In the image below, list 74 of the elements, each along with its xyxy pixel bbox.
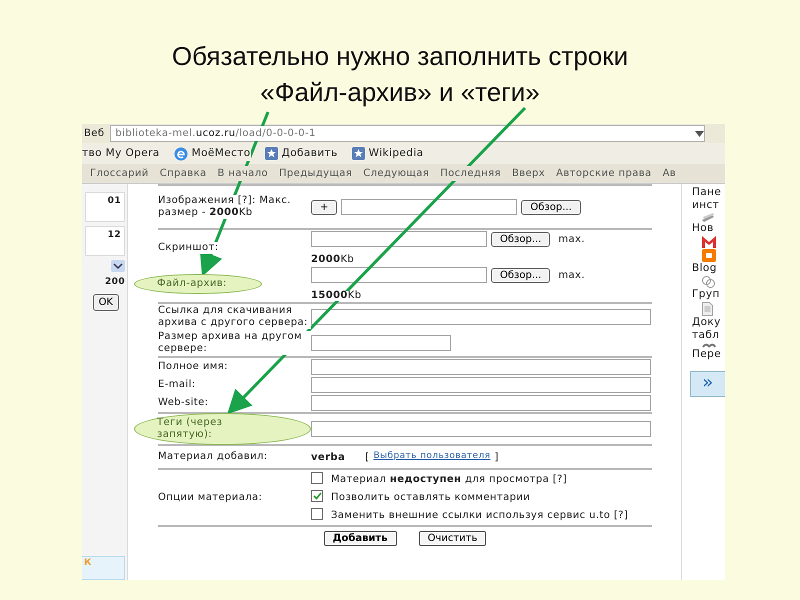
globe-icon xyxy=(174,146,188,160)
field-label: Скриншот: xyxy=(158,242,218,254)
search-engine-label: Веб xyxy=(84,127,104,141)
text-input[interactable] xyxy=(311,359,651,375)
toolbar-link[interactable]: В начало xyxy=(218,166,268,181)
option-label: Позволить оставлять комментарии xyxy=(331,490,530,505)
browse-button[interactable]: Обзор... xyxy=(491,268,550,282)
field-label: Опции материала: xyxy=(158,492,262,504)
blog-icon xyxy=(702,249,716,262)
browse-button[interactable]: Обзор... xyxy=(491,232,550,246)
text-input[interactable] xyxy=(311,335,451,351)
text-input[interactable] xyxy=(311,377,651,393)
slide-title: «Файл-архив» и «теги» xyxy=(259,76,541,109)
file-input[interactable] xyxy=(311,267,487,283)
sidebar-link[interactable]: инст xyxy=(692,199,725,212)
file-input[interactable] xyxy=(341,199,518,215)
select-user-link[interactable]: Выбрать пользователя xyxy=(373,450,490,464)
bracket: ] xyxy=(494,450,499,464)
expand-button[interactable]: » xyxy=(690,371,725,397)
size-limit: 15000Kb xyxy=(311,291,362,301)
field-label: Размер архива на другом сервере: xyxy=(158,331,311,355)
sidebar-text: К xyxy=(82,556,125,580)
toolbar-link[interactable]: Вверх xyxy=(512,166,546,181)
checkbox[interactable] xyxy=(311,508,323,520)
checkbox[interactable] xyxy=(311,490,323,502)
bracket: [ xyxy=(365,450,370,464)
translate-icon xyxy=(702,343,716,348)
sidebar-link[interactable]: Пане xyxy=(692,186,725,199)
sidebar-link[interactable]: Пере xyxy=(692,348,725,361)
file-input[interactable] xyxy=(311,231,487,247)
toolbar-link[interactable]: Авторские права xyxy=(556,166,652,181)
toolbar-link[interactable]: Последняя xyxy=(440,166,501,181)
date-cell: 12 xyxy=(85,226,125,256)
group-icon xyxy=(702,276,715,288)
sidebar-link[interactable]: Груп xyxy=(692,288,725,301)
size-limit: 2000Kb xyxy=(311,255,354,265)
highlighted-label: Файл-архив: xyxy=(134,274,262,294)
field-label: Ссылка для скачивания архива с другого сервера: xyxy=(158,305,311,329)
ok-button[interactable]: OK xyxy=(92,294,119,310)
browse-button[interactable]: Обзор... xyxy=(521,200,581,214)
toolbar-link[interactable]: Справка xyxy=(160,166,207,181)
field-label: Материал добавил: xyxy=(158,451,268,463)
checkbox[interactable] xyxy=(311,472,323,484)
mail-icon xyxy=(702,236,716,248)
star-icon xyxy=(352,147,365,160)
text-input[interactable] xyxy=(311,421,651,437)
max-label: max. xyxy=(558,232,585,246)
books-icon xyxy=(702,213,716,222)
sidebar-link[interactable]: Blog xyxy=(692,262,725,275)
clear-button[interactable]: Очистить xyxy=(418,531,486,546)
date-cell: 01 xyxy=(85,192,125,222)
slide-title: Обязательно нужно заполнить строки xyxy=(170,40,630,73)
sidebar-link[interactable]: Нов xyxy=(692,222,725,235)
text-input[interactable] xyxy=(311,309,651,325)
author-name: verba xyxy=(311,450,346,464)
text-input[interactable] xyxy=(311,395,651,411)
add-button[interactable]: + xyxy=(311,200,338,214)
address-bar[interactable]: biblioteka-mel.ucoz.ru/load/0-0-0-0-1 xyxy=(110,125,705,142)
toolbar-link[interactable]: Предыдущая xyxy=(279,166,352,181)
toolbar-link[interactable]: Следующая xyxy=(363,166,430,181)
count-text: 200 xyxy=(105,276,125,289)
dropdown-icon xyxy=(695,130,704,136)
sidebar-link[interactable]: Доку xyxy=(692,316,725,329)
max-label: max. xyxy=(558,268,585,282)
submit-button[interactable]: Добавить xyxy=(324,531,397,546)
scroll-down-icon xyxy=(111,260,125,272)
document-icon xyxy=(702,302,713,316)
option-label: Материал недоступен для просмотра [?] xyxy=(331,472,568,487)
option-label: Заменить внешние ссылки используя сервис u.to [?] xyxy=(331,508,628,523)
toolbar-link[interactable]: Глоссарий xyxy=(90,166,149,181)
bookmark-link[interactable]: тво My Opera xyxy=(82,146,160,162)
star-icon xyxy=(264,147,278,160)
highlighted-label: Теги (через запятую): xyxy=(134,413,311,445)
sidebar-link[interactable]: табл xyxy=(692,329,725,342)
